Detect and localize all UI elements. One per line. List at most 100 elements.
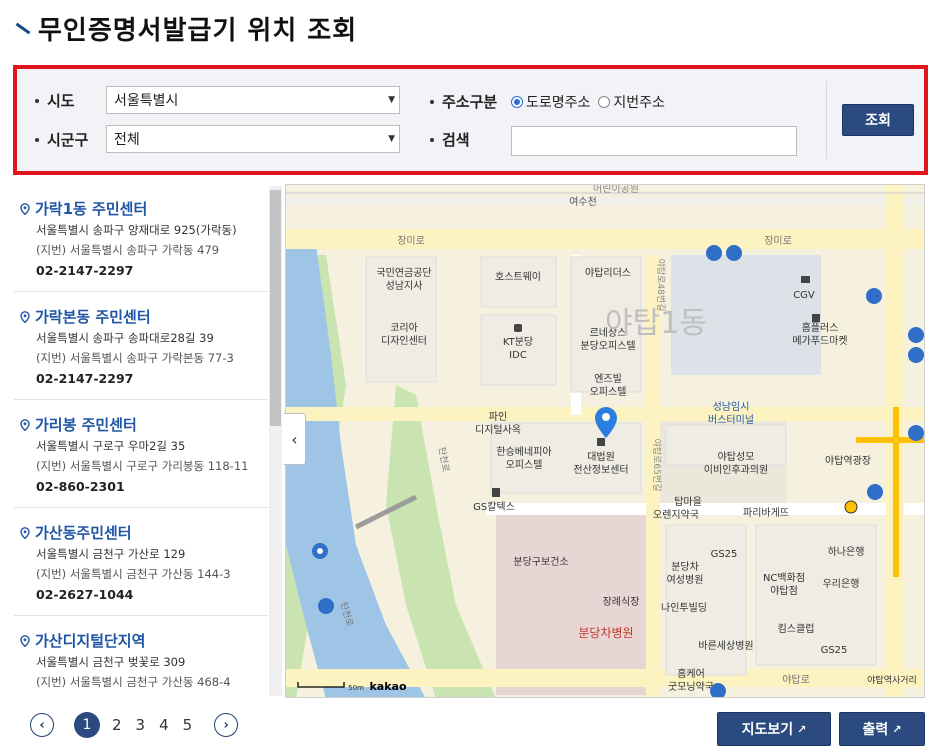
map-label-road-vertical: 야탑로65번길	[651, 439, 663, 492]
page-link[interactable]: 3	[136, 716, 146, 734]
chevron-left-icon: ‹	[291, 429, 298, 449]
map-label-yatap-exit: 야탑역사거리	[867, 674, 917, 686]
map-collapse-toggle[interactable]: ‹	[284, 413, 306, 465]
addr-type-radios: 도로명주소 지번주소	[511, 92, 665, 112]
list-item-name[interactable]: 가락본동 주민센터	[35, 306, 151, 327]
map-view-button[interactable]: 지도보기 ↗	[717, 712, 831, 746]
list-scrollbar-thumb[interactable]	[270, 190, 281, 426]
location-pin-icon	[20, 526, 30, 539]
map-label-hansung-2: 오피스텔	[506, 459, 543, 471]
list-item-road-address: 서울특별시 송파구 송파대로28길 39	[36, 331, 214, 345]
map-label-terminal-1: 성남임시	[713, 400, 750, 413]
map-label-yatap-leaders: 야탑리더스	[585, 267, 631, 279]
location-pin-icon	[20, 310, 30, 323]
search-button[interactable]: 조회	[842, 104, 914, 136]
camera-icon	[801, 276, 810, 283]
sigungu-select-value: 전체	[114, 132, 140, 148]
map-label-nine: 나인투빌딩	[661, 602, 707, 614]
keyword-input[interactable]	[511, 126, 797, 156]
chevron-right-icon: ›	[223, 717, 229, 733]
chevron-left-icon: ‹	[39, 717, 45, 733]
list-item[interactable]: 가산동주민센터 서울특별시 금천구 가산로 129 (지번) 서울특별시 금천구…	[14, 508, 268, 616]
map-label-gs25-a: GS25	[711, 549, 738, 560]
map-label-women-1: 분당차	[671, 561, 699, 573]
keyword-label-row: 검색	[430, 129, 470, 150]
radio-road[interactable]	[511, 96, 523, 108]
map-label-korea-1: 코리아	[390, 322, 418, 334]
list-item[interactable]: 가락1동 주민센터 서울특별시 송파구 양재대로 925(가락동) (지번) 서…	[14, 184, 268, 292]
map-label-women-2: 여성병원	[667, 574, 704, 586]
list-item-road-address: 서울특별시 금천구 벚꽃로 309	[36, 655, 186, 669]
map-label-renai-2: 분당오피스텔	[580, 340, 635, 352]
list-item[interactable]: 가산디지털단지역 서울특별시 금천구 벚꽃로 309 (지번) 서울특별시 금천…	[14, 616, 268, 696]
page-link[interactable]: 5	[183, 716, 193, 734]
print-button[interactable]: 출력 ↗	[839, 712, 925, 746]
page-link[interactable]: 4	[159, 716, 169, 734]
map-label-court-2: 전산정보센터	[573, 464, 628, 476]
list-item[interactable]: 가리봉 주민센터 서울특별시 구로구 우마2길 35 (지번) 서울특별시 구로…	[14, 400, 268, 508]
map-label-woori: 우리은행	[823, 578, 860, 590]
page-current[interactable]: 1	[74, 712, 100, 738]
external-link-icon: ↗	[797, 722, 807, 736]
map-label-yeosu: 여수천	[569, 196, 597, 208]
map-label-jangrye: 장례식장	[603, 596, 640, 608]
map-label-yatap-square: 야탑역광장	[825, 455, 871, 467]
keyword-label: 검색	[442, 131, 470, 149]
next-page-button[interactable]: ›	[214, 713, 239, 737]
search-panel: 시도 서울특별시 ▼ 시군구 전체 ▼ 주소구분 도로명주소 지번주소 검색 조…	[13, 65, 928, 175]
map-label-kt-2: IDC	[509, 350, 527, 361]
map-label-homeplus-2: 메가푸드마켓	[792, 335, 847, 347]
pagination: ‹ 1 2 3 4 5 ›	[30, 712, 239, 738]
list-item-name[interactable]: 가리봉 주민센터	[35, 414, 137, 435]
map-label-pine-2: 디지털사옥	[475, 424, 521, 436]
sido-label-row: 시도	[35, 90, 75, 111]
map-label-hana: 하나은행	[828, 545, 865, 558]
radio-jibun-label[interactable]: 지번주소	[613, 92, 665, 112]
list-item-name[interactable]: 가산동주민센터	[35, 522, 132, 543]
map-label-bareun: 바른세상병원	[698, 640, 753, 652]
addr-type-label: 주소구분	[442, 93, 498, 111]
map-label-clinic-2: 이비인후과의원	[704, 464, 768, 476]
map-label-gs25-b: GS25	[821, 645, 848, 656]
map-label-homecare-2: 굿모닝약국	[668, 681, 714, 693]
list-item-road-address: 서울특별시 송파구 양재대로 925(가락동)	[36, 223, 237, 237]
page-link[interactable]: 2	[112, 716, 122, 734]
list-item-phone: 02-2147-2297	[36, 263, 134, 278]
map-label-enzyville-2: 오피스텔	[590, 386, 627, 398]
bullet-icon	[35, 98, 39, 103]
sigungu-select[interactable]: 전체 ▼	[106, 125, 400, 153]
map-label-top: 어린이공원	[593, 185, 639, 195]
map-label-bundang-fire: 분당구보건소	[513, 556, 568, 568]
map-label-road-vertical-2: 야탑로48번길	[655, 259, 667, 312]
external-link-icon: ↗	[892, 722, 902, 736]
map-label-terminal-2: 버스터미널	[708, 414, 754, 426]
list-item-name[interactable]: 가락1동 주민센터	[35, 198, 147, 219]
map-brand: kakao	[369, 680, 406, 693]
map-canvas[interactable]: 어린이공원 여수천 장미로 장미로 국민연금공단 성남지사 호스트웨이 야탑리더…	[286, 185, 925, 698]
radio-jibun[interactable]	[598, 96, 611, 108]
map-label-tapmaeul-1: 탑마을	[674, 496, 702, 508]
sido-label: 시도	[47, 92, 75, 110]
sido-select[interactable]: 서울특별시 ▼	[106, 86, 400, 114]
title-accent-icon	[14, 20, 30, 36]
map-label-tanbalo: 야탑로	[782, 674, 810, 686]
map-label-korea-2: 디자인센터	[381, 335, 427, 347]
map-label-court-1: 대법원	[587, 451, 615, 463]
addr-type-label-row: 주소구분	[430, 91, 497, 112]
bullet-icon	[430, 137, 434, 142]
dropdown-arrow-icon: ▼	[388, 134, 395, 144]
map-view-label: 지도보기	[741, 722, 794, 738]
list-item-name[interactable]: 가산디지털단지역	[35, 630, 145, 651]
radio-road-label[interactable]: 도로명주소	[526, 92, 590, 112]
list-item-phone: 02-2147-2297	[36, 371, 134, 386]
cart-icon	[812, 314, 820, 322]
page-header: 무인증명서발급기 위치 조회	[14, 10, 357, 46]
divider	[826, 81, 827, 159]
map-label-homeplus-1: 홈플러스	[802, 321, 839, 334]
map-view[interactable]: 어린이공원 여수천 장미로 장미로 국민연금공단 성남지사 호스트웨이 야탑리더…	[285, 184, 925, 698]
prev-page-button[interactable]: ‹	[30, 713, 54, 737]
list-item[interactable]: 가락본동 주민센터 서울특별시 송파구 송파대로28길 39 (지번) 서울특별…	[14, 292, 268, 400]
list-item-jibun-address: (지번) 서울특별시 금천구 가산동 144-3	[36, 567, 231, 581]
list-item-road-address: 서울특별시 구로구 우마2길 35	[36, 439, 186, 453]
list-item-jibun-address: (지번) 서울특별시 금천구 가산동 468-4	[36, 675, 231, 689]
